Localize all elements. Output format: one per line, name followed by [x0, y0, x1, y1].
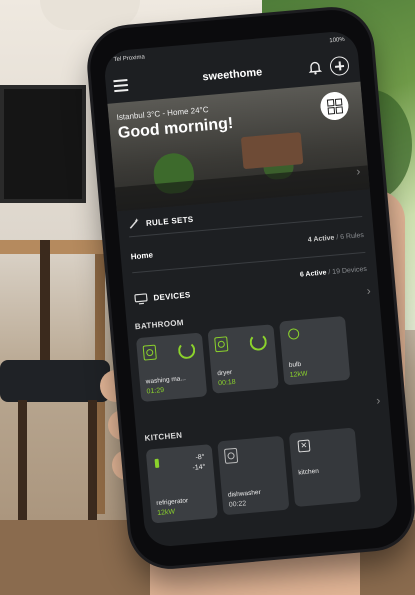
device-value: 00:22	[228, 500, 247, 509]
chair-back	[40, 240, 50, 365]
device-value: 12kW	[156, 508, 176, 518]
device-card-bulb[interactable]: bulb 12kW	[279, 315, 351, 386]
device-value: 00:18	[217, 378, 236, 388]
device-card-washing-machine[interactable]: washing ma... 01:29	[135, 332, 208, 402]
chevron-right-icon[interactable]: ›	[366, 284, 371, 298]
device-card-refrigerator[interactable]: -8° -14° refrigerator 12kW	[145, 444, 218, 524]
add-icon[interactable]	[329, 55, 350, 77]
app-screen: Tel Proxima 100% sweethome Istanbul 3°C …	[102, 29, 400, 549]
refrigerator-icon	[154, 458, 160, 469]
monitor	[0, 85, 86, 203]
grid-view-button[interactable]	[319, 90, 350, 122]
lamp	[40, 0, 140, 30]
device-value: 12kW	[289, 370, 308, 379]
power-icon[interactable]	[249, 332, 268, 352]
device-name: dryer	[217, 368, 233, 378]
devices-label: DEVICES	[153, 290, 191, 303]
device-card-kitchen[interactable]: ✕ kitchen	[288, 427, 362, 507]
dishwasher-icon	[223, 447, 239, 464]
room-label-bathroom: BATHROOM	[134, 318, 185, 332]
device-value: 01:29	[146, 386, 165, 396]
power-icon[interactable]	[177, 341, 196, 360]
battery-label: 100%	[329, 36, 345, 45]
monitor-icon	[134, 293, 148, 305]
devices-header: DEVICES	[134, 289, 191, 305]
chevron-right-icon[interactable]: ›	[376, 393, 381, 407]
dryer-icon	[214, 336, 229, 353]
device-name: dishwasher	[227, 488, 262, 499]
chair-leg	[88, 400, 97, 540]
chair-leg	[18, 400, 27, 540]
bell-icon[interactable]	[306, 59, 323, 76]
rule-count: 4 Active / 6 Rules	[307, 231, 365, 244]
bulb-icon	[287, 327, 300, 340]
rule-sets-label: RULE SETS	[145, 214, 194, 228]
rule-name: Home	[130, 250, 154, 262]
chair-seat	[0, 360, 110, 402]
rule-sets-header: RULE SETS	[127, 213, 194, 231]
device-name: washing ma...	[145, 375, 187, 386]
phone: Tel Proxima 100% sweethome Istanbul 3°C …	[87, 6, 415, 570]
magic-wand-icon	[129, 218, 139, 229]
room-label-kitchen: KITCHEN	[144, 430, 183, 443]
device-name: kitchen	[298, 467, 320, 477]
close-box-icon: ✕	[297, 439, 311, 453]
device-name: refrigerator	[156, 497, 189, 508]
temperature-readout: -8° -14°	[192, 453, 206, 472]
device-card-dishwasher[interactable]: dishwasher 00:22	[217, 435, 290, 516]
carrier-label: Tel Proxima	[113, 54, 146, 64]
washer-icon	[142, 344, 157, 361]
device-name: bulb	[288, 360, 302, 369]
device-card-dryer[interactable]: dryer 00:18	[207, 324, 279, 394]
hero-banner: Istanbul 3°C - Home 24°C Good morning! ›	[107, 81, 370, 212]
devices-summary: 6 Active / 19 Devices	[299, 265, 368, 279]
